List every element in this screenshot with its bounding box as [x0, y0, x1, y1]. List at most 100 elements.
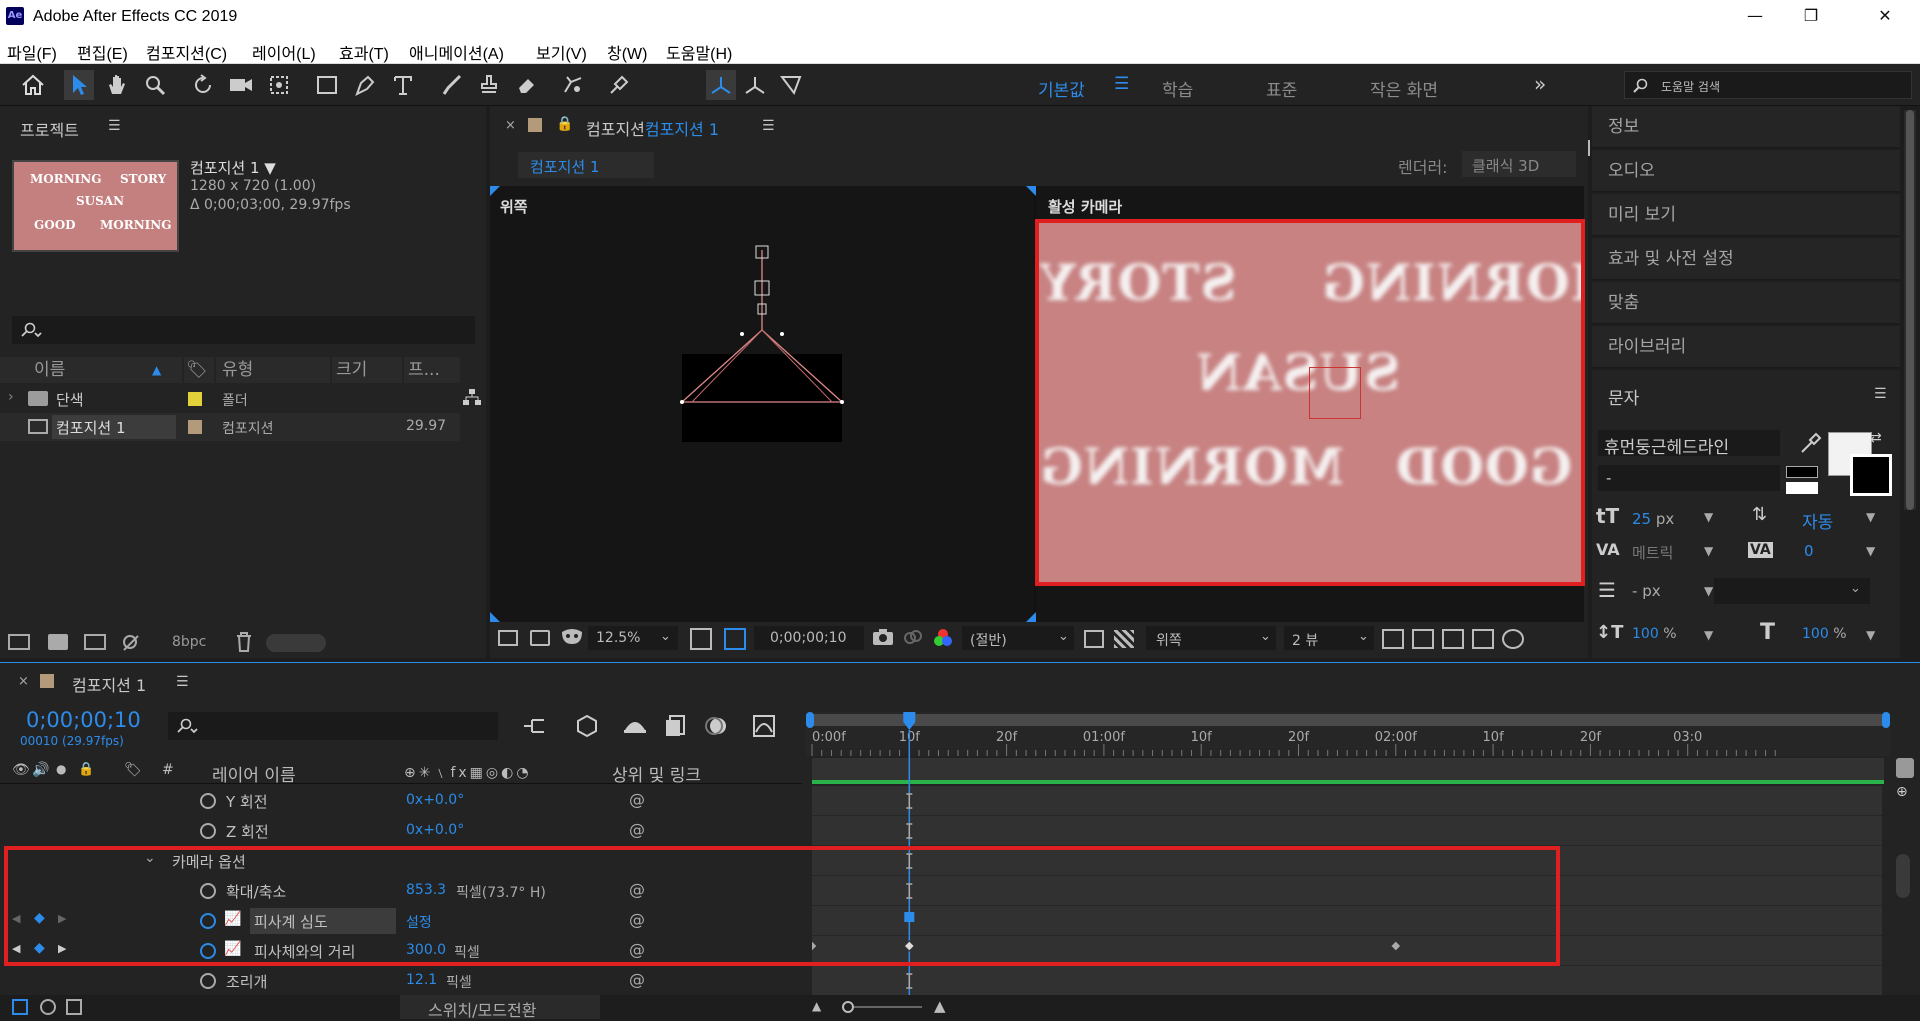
close-tab-icon[interactable]: × [505, 118, 516, 133]
column-fps[interactable]: 프... [404, 357, 460, 383]
property-value[interactable]: 0x+0.0° [406, 822, 464, 838]
grid-guides-icon[interactable] [690, 628, 712, 650]
graph-editor-icon[interactable] [752, 714, 776, 738]
flowchart-icon[interactable] [462, 388, 482, 406]
fast-preview-icon[interactable] [1412, 629, 1434, 649]
chevron-down-icon[interactable]: ▼ [1704, 628, 1713, 642]
comp-button-icon[interactable]: ⊕ [1896, 784, 1908, 800]
composition-tab-title[interactable]: 컴포지션컴포지션 1 [586, 116, 719, 140]
swap-colors-icon[interactable]: ⇄ [1870, 430, 1882, 446]
switch-mode-toggle[interactable]: 스위치/모드전환 [400, 995, 600, 1020]
zoom-tool-icon[interactable] [140, 70, 170, 100]
always-preview-icon[interactable] [498, 630, 518, 646]
menu-window[interactable]: 창(W) [607, 40, 647, 64]
stroke-width-field[interactable]: - px [1632, 582, 1661, 600]
menu-edit[interactable]: 편집(E) [77, 40, 128, 64]
column-type[interactable]: 유형 [216, 357, 330, 383]
align-panel-tab[interactable]: 맞춤 [1592, 282, 1900, 324]
vertical-scale-field[interactable]: 100 % [1632, 626, 1677, 642]
thumbnail-slider[interactable] [266, 634, 326, 652]
timeline-current-time[interactable]: 0;00;00;10 [26, 708, 141, 732]
local-axis-icon[interactable] [706, 70, 736, 100]
new-folder-icon[interactable] [48, 634, 68, 650]
project-panel-title[interactable]: 프로젝트 [20, 117, 79, 141]
property-value[interactable]: 0x+0.0° [406, 792, 464, 808]
libraries-panel-tab[interactable]: 라이브러리 [1592, 326, 1900, 368]
pick-whip-icon[interactable]: @ [629, 970, 645, 989]
reset-exposure-icon[interactable] [1502, 629, 1524, 649]
timeline-panel-menu-icon[interactable]: ☰ [176, 674, 189, 690]
horizontal-scale-field[interactable]: 100 % [1802, 626, 1847, 642]
timeline-vertical-scrollbar[interactable] [1896, 854, 1910, 898]
pen-tool-icon[interactable] [350, 70, 380, 100]
comp-subtab[interactable]: 컴포지션 1 [518, 152, 654, 178]
label-color-swatch[interactable] [188, 392, 202, 406]
region-of-interest-icon[interactable] [724, 628, 746, 650]
world-axis-icon[interactable] [740, 70, 770, 100]
project-item-folder[interactable]: › 단색 폴더 [0, 385, 460, 413]
roto-brush-tool-icon[interactable] [558, 70, 588, 100]
comp-flowchart-icon[interactable] [522, 714, 548, 738]
workspace-standard[interactable]: 표준 [1266, 76, 1297, 101]
label-color-swatch[interactable] [188, 420, 202, 434]
eraser-tool-icon[interactable] [512, 70, 542, 100]
current-time-field[interactable]: 0;00;00;10 [754, 626, 864, 650]
in-out-icon[interactable] [66, 999, 82, 1015]
mask-icon[interactable] [560, 628, 584, 646]
menu-help[interactable]: 도움말(H) [666, 40, 732, 64]
property-row-aperture[interactable]: 조리개 12.1 픽셀 @ [0, 966, 802, 996]
fast-previews-icon[interactable] [1084, 630, 1104, 648]
chevron-down-icon[interactable]: ▼ [1704, 544, 1713, 558]
transfer-controls-icon[interactable] [40, 999, 56, 1015]
expand-arrow-icon[interactable]: › [8, 389, 14, 405]
minimize-button[interactable]: — [1727, 0, 1783, 34]
menu-view[interactable]: 보기(V) [536, 40, 587, 64]
column-size[interactable]: 크기 [332, 357, 402, 383]
comp-name[interactable]: 컴포지션 1 ▼ [190, 157, 276, 178]
visibility-eye-icon[interactable]: 👁 [12, 762, 30, 778]
3d-view-dropdown[interactable]: 위쪽 ⌄ [1146, 626, 1276, 650]
menu-effect[interactable]: 효과(T) [339, 40, 389, 64]
leading-value[interactable]: 자동 [1802, 508, 1833, 533]
property-value[interactable]: 12.1 [406, 972, 437, 988]
layer-switches-icon[interactable] [12, 999, 28, 1015]
workspace-small-screen[interactable]: 작은 화면 [1370, 76, 1438, 101]
lock-icon[interactable]: 🔒 [556, 116, 573, 132]
label-tag-icon[interactable]: 🏷 [124, 762, 142, 778]
timeline-icon[interactable] [1442, 629, 1464, 649]
audio-panel-tab[interactable]: 오디오 [1592, 150, 1900, 192]
stopwatch-icon[interactable] [200, 823, 216, 839]
property-row-z-rotation[interactable]: Z 회전 0x+0.0° @ [0, 816, 802, 846]
column-parent-link[interactable]: 상위 및 링크 [612, 761, 701, 786]
kerning-value[interactable]: 메트릭 [1632, 542, 1673, 563]
monitor-icon[interactable] [530, 630, 550, 646]
close-button[interactable]: ✕ [1857, 0, 1913, 34]
pick-whip-icon[interactable]: @ [629, 790, 645, 809]
right-panel-scrollbar[interactable] [1904, 110, 1916, 510]
pan-behind-tool-icon[interactable] [264, 70, 294, 100]
project-panel-menu-icon[interactable]: ☰ [108, 118, 121, 134]
stopwatch-icon[interactable] [200, 793, 216, 809]
restore-button[interactable]: ❐ [1783, 0, 1839, 34]
motion-blur-icon[interactable] [704, 714, 730, 738]
composition-panel-menu-icon[interactable]: ☰ [762, 118, 775, 134]
active-camera-view[interactable]: STORY MORNING SUSAN MORNING GOOD [1035, 219, 1585, 586]
zoom-in-mountain-icon[interactable]: ▲ [934, 997, 946, 1015]
column-layer-name[interactable]: 레이어 이름 [212, 761, 296, 786]
comp-marker-bin-icon[interactable] [1896, 758, 1914, 778]
black-swatch[interactable] [1786, 466, 1818, 478]
chevron-down-icon[interactable]: ▼ [1866, 510, 1875, 524]
project-settings-icon[interactable] [120, 632, 148, 652]
workspace-menu-icon[interactable]: ☰ [1114, 74, 1129, 94]
font-family-dropdown[interactable]: 휴먼둥근헤드라인 [1598, 430, 1780, 458]
tracking-value[interactable]: 0 [1804, 542, 1814, 560]
menu-animation[interactable]: 애니메이션(A) [409, 40, 504, 64]
timeline-search-field[interactable] [168, 712, 498, 740]
timeline-tab-title[interactable]: 컴포지션 1 [72, 672, 146, 696]
renderer-dropdown[interactable]: 클래식 3D [1462, 151, 1576, 177]
text-tool-icon[interactable] [388, 70, 418, 100]
stroke-style-dropdown[interactable]: ⌄ [1714, 578, 1870, 604]
home-icon[interactable] [18, 70, 48, 100]
interpret-footage-icon[interactable] [8, 634, 30, 650]
menu-composition[interactable]: 컴포지션(C) [146, 40, 227, 64]
